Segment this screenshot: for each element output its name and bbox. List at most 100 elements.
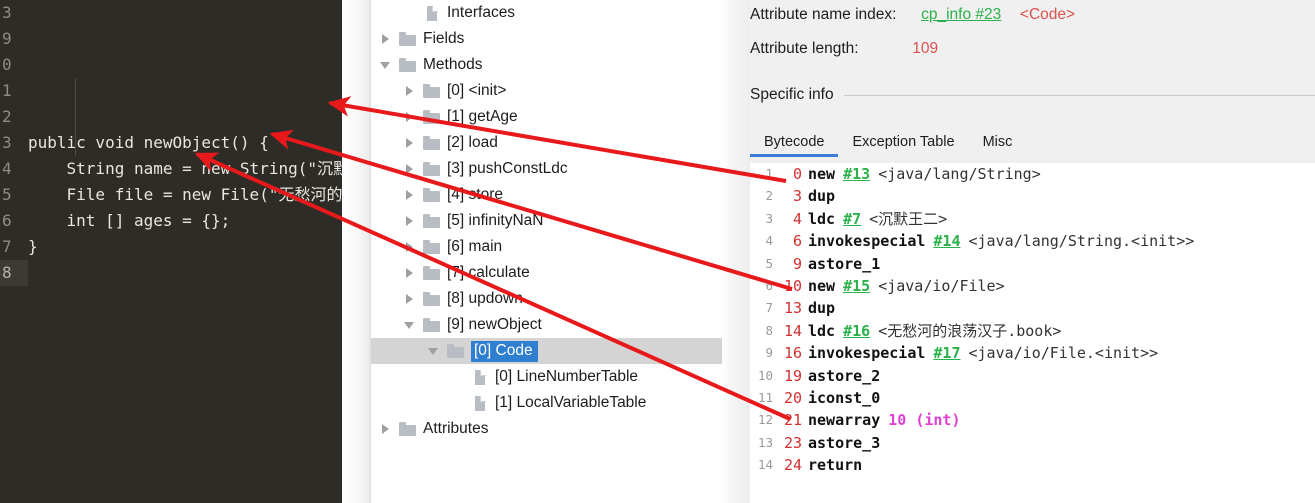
bytecode-constant-pool-link[interactable]: #16	[843, 320, 878, 342]
class-structure-tree[interactable]: Interfaces Fields Methods [0] <init> [1] get…	[371, 0, 722, 503]
chevron-right-icon[interactable]	[379, 422, 393, 436]
splitter-tree-detail[interactable]	[722, 0, 750, 503]
chevron-right-icon[interactable]	[403, 188, 417, 202]
bytecode-row-number: 11	[757, 389, 773, 405]
bytecode-row[interactable]: 14 24 return	[750, 454, 1315, 476]
bytecode-row[interactable]: 1 0 new #13 <java/lang/String>	[750, 163, 1315, 185]
bytecode-row[interactable]: 10 19 astore_2	[750, 365, 1315, 387]
tab-label: Bytecode	[764, 134, 825, 150]
chevron-right-icon[interactable]	[403, 214, 417, 228]
bytecode-mnemonic: ldc	[808, 209, 836, 228]
bytecode-row[interactable]: 5 9 astore_1	[750, 253, 1315, 275]
bytecode-offset: 13	[783, 299, 802, 318]
chevron-right-icon[interactable]	[403, 162, 417, 176]
folder-icon	[423, 136, 441, 150]
bytecode-row-number: 5	[765, 255, 773, 271]
editor-line-number-gutter: 3 9 0 1 2 3 4 5 6 7 8	[0, 0, 28, 503]
bytecode-mnemonic: dup	[808, 299, 836, 318]
bytecode-constant-pool-link[interactable]: #14	[933, 230, 968, 252]
chevron-right-icon[interactable]	[403, 292, 417, 306]
tree-node[interactable]: [8] updown	[371, 286, 722, 312]
bytecode-offset: 14	[783, 321, 802, 340]
chevron-right-icon[interactable]	[379, 32, 393, 46]
attribute-length-value: 109	[912, 40, 939, 57]
editor-code-line[interactable]: int [] ages = {};	[28, 208, 342, 234]
bytecode-constant-pool-link[interactable]: #17	[933, 342, 968, 364]
tree-node[interactable]: Interfaces	[371, 0, 722, 26]
bytecode-constant-pool-link[interactable]: #15	[843, 275, 878, 297]
editor-code-line[interactable]	[28, 52, 342, 78]
bytecode-offset: 0	[792, 165, 802, 183]
section-divider	[843, 94, 1315, 96]
editor-code-line[interactable]: String name = new String("沉默王	[28, 156, 342, 182]
bytecode-constant-pool-link[interactable]: #13	[843, 163, 878, 185]
bytecode-listing[interactable]: 1 0 new #13 <java/lang/String> 2 3 dup 3 4 ldc #7 <沉…	[750, 163, 1315, 503]
app-window: 39012345678 public void newObject() { St…	[0, 0, 1315, 503]
tab-label: Exception Table	[852, 134, 955, 150]
tree-node[interactable]: Methods	[371, 52, 722, 78]
attribute-name-index-link[interactable]: cp_info #23	[921, 6, 1001, 23]
tree-node-label: [5] infinityNaN	[447, 212, 544, 229]
bytecode-mnemonic: new	[808, 276, 836, 295]
editor-code-line[interactable]: }	[28, 234, 342, 260]
tree-node[interactable]: [2] load	[371, 130, 722, 156]
tree-node[interactable]: [6] main	[371, 234, 722, 260]
editor-code-line[interactable]: File file = new File("无愁河的浪	[28, 182, 342, 208]
chevron-down-icon[interactable]	[427, 344, 441, 358]
tree-node[interactable]: [7] calculate	[371, 260, 722, 286]
bytecode-row[interactable]: 7 13 dup	[750, 297, 1315, 319]
bytecode-constant-pool-link[interactable]: #7	[843, 208, 869, 230]
splitter-editor-tree[interactable]	[342, 0, 371, 503]
tab-exception-table[interactable]: Exception Table	[838, 132, 968, 157]
tab-bytecode[interactable]: Bytecode	[750, 132, 839, 157]
tree-node[interactable]: [4] store	[371, 182, 722, 208]
editor-code-line[interactable]	[28, 26, 342, 52]
chevron-right-icon[interactable]	[403, 266, 417, 280]
bytecode-row[interactable]: 4 6 invokespecial #14 <java/lang/String.<ini…	[750, 230, 1315, 252]
chevron-down-icon[interactable]	[379, 58, 393, 72]
tree-node[interactable]: [5] infinityNaN	[371, 208, 722, 234]
tree-node[interactable]: [9] newObject	[371, 312, 722, 338]
folder-icon	[423, 84, 441, 98]
editor-code-line[interactable]	[28, 0, 342, 26]
chevron-right-icon[interactable]	[403, 136, 417, 150]
bytecode-row[interactable]: 8 14 ldc #16 <无愁河的浪荡汉子.book>	[750, 320, 1315, 342]
chevron-right-icon[interactable]	[403, 110, 417, 124]
tree-node[interactable]: [0] Code	[371, 338, 722, 364]
bytecode-offset: 20	[783, 388, 802, 407]
folder-icon	[399, 422, 417, 436]
bytecode-row[interactable]: 12 21 newarray 10 (int)	[750, 409, 1315, 431]
tab-misc[interactable]: Misc	[969, 132, 1027, 157]
bytecode-row[interactable]: 9 16 invokespecial #17 <java/io/File.<init>>	[750, 342, 1315, 364]
tree-node-label: [0] Code	[471, 340, 538, 362]
tree-node[interactable]: [1] LocalVariableTable	[371, 390, 722, 416]
bytecode-row-number: 3	[765, 210, 773, 226]
tree-node[interactable]: Attributes	[371, 416, 722, 442]
bytecode-row[interactable]: 2 3 dup	[750, 185, 1315, 207]
bytecode-row[interactable]: 13 23 astore_3	[750, 432, 1315, 454]
chevron-right-icon[interactable]	[403, 240, 417, 254]
chevron-right-icon[interactable]	[403, 84, 417, 98]
tree-node[interactable]: [1] getAge	[371, 104, 722, 130]
folder-icon	[447, 344, 465, 358]
tree-node-label: [6] main	[447, 238, 503, 255]
tree-node-label: Attributes	[423, 420, 489, 437]
bytecode-row-number: 8	[765, 322, 773, 338]
tree-node[interactable]: [0] <init>	[371, 78, 722, 104]
tree-node[interactable]: [3] pushConstLdc	[371, 156, 722, 182]
detail-tab-bar[interactable]: Bytecode Exception Table Misc	[750, 132, 1315, 160]
chevron-down-icon[interactable]	[403, 318, 417, 332]
bytecode-descriptor: <java/io/File.<init>>	[968, 344, 1159, 363]
code-editor-panel[interactable]: 3 9 0 1 2 3 4 5 6 7 8 public void newObject() { St…	[0, 0, 342, 503]
editor-line-number: 0	[2, 55, 12, 74]
tree-node[interactable]: Fields	[371, 26, 722, 52]
editor-source-text[interactable]: public void newObject() { String name = …	[28, 0, 342, 503]
editor-code-line[interactable]	[28, 260, 342, 286]
tree-node[interactable]: [0] LineNumberTable	[371, 364, 722, 390]
bytecode-descriptor: <java/lang/String>	[878, 165, 1041, 183]
bytecode-row[interactable]: 6 10 new #15 <java/io/File>	[750, 275, 1315, 297]
bytecode-row[interactable]: 11 20 iconst_0	[750, 387, 1315, 409]
editor-line-number: 7	[2, 237, 12, 256]
bytecode-row[interactable]: 3 4 ldc #7 <沉默王二>	[750, 208, 1315, 230]
bytecode-offset: 23	[783, 433, 802, 452]
